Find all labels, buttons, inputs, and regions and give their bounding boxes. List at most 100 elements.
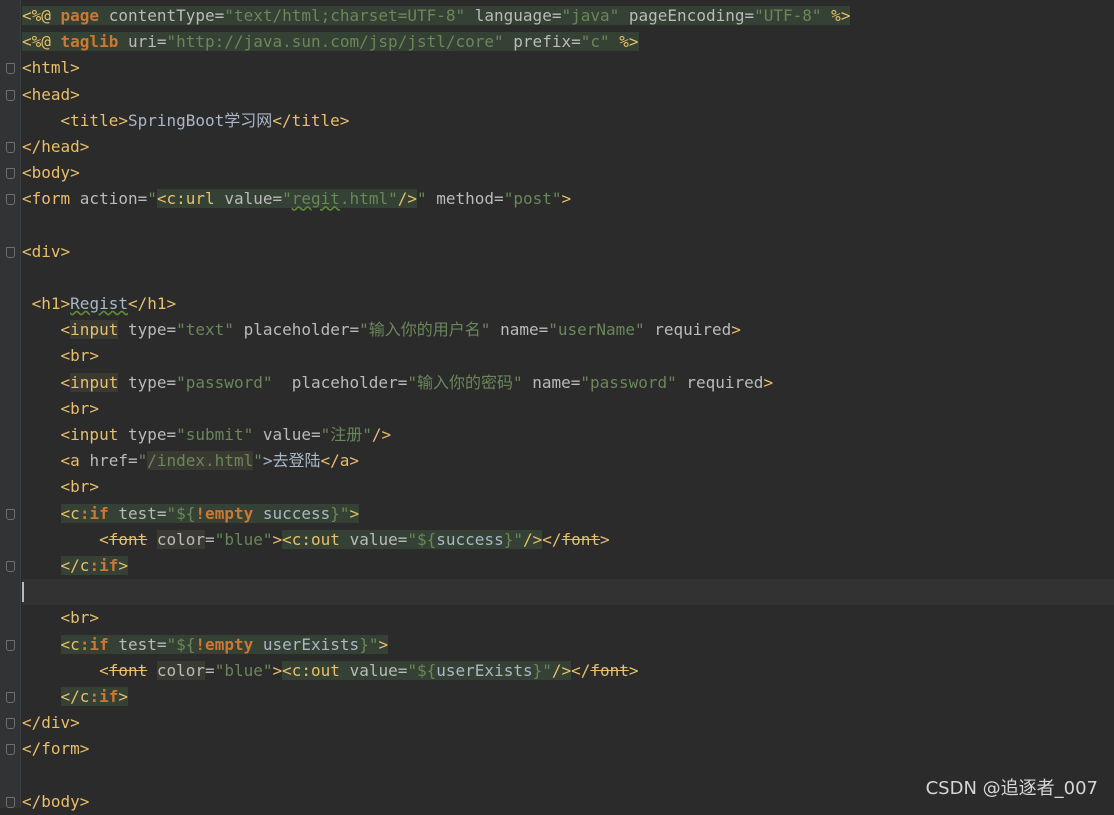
token: " [147,189,157,209]
code-line-7[interactable]: <body> [6,160,1114,186]
token: }" [503,529,523,549]
token: prefix= [503,32,581,52]
code-line-17[interactable]: <input type="submit" value="注册"/> [22,422,1114,448]
fold-marker-icon[interactable] [6,560,15,572]
token: > [272,660,283,680]
token: uri= [118,32,167,52]
token: = [205,660,215,680]
token: :if [79,503,109,523]
token: c [79,555,90,575]
code-area[interactable]: <%@ page contentType="text/html;charset=… [6,3,1114,815]
fold-marker-icon[interactable] [6,508,15,520]
fold-marker-icon[interactable] [6,168,15,180]
fold-marker-icon[interactable] [6,194,15,206]
token: </ [571,660,591,680]
token: action= [79,189,148,209]
code-line-12[interactable]: <h1>Regist</h1> [22,291,1114,317]
token: taglib [60,32,119,52]
token: page [60,6,100,25]
token: "password" [176,372,273,392]
code-line-1[interactable]: <%@ page contentType="text/html;charset=… [22,3,1114,29]
token: <form [22,189,80,209]
token: <c:out [282,660,350,680]
code-line-24[interactable]: <br> [22,605,1114,631]
code-line-28[interactable]: </div> [6,710,1114,736]
code-line-4[interactable]: <head> [6,82,1114,108]
token: type= [127,425,177,444]
code-line-3[interactable]: <html> [6,55,1114,81]
token: <c:out [282,529,350,549]
token: userExists [436,660,533,680]
fold-marker-icon[interactable] [6,744,15,756]
code-line-21[interactable]: <font color="blue"><c:out value="${succe… [22,527,1114,553]
code-line-19[interactable]: <br> [22,474,1114,500]
code-line-13[interactable]: <input type="text" placeholder="输入你的用户名"… [22,317,1114,343]
token: = [205,529,215,549]
token: %> [609,32,639,52]
token: < [60,372,71,392]
token: > [349,503,360,523]
token: font [590,660,629,680]
code-line-10[interactable]: <div> [6,239,1114,265]
fold-marker-icon[interactable] [6,63,15,75]
token: </form> [22,739,90,759]
code-line-11[interactable] [22,265,1114,291]
token: <%@ [22,32,61,52]
token: " [416,189,437,209]
token: }" [330,503,350,523]
fold-marker-icon[interactable] [6,639,15,651]
token: " [137,451,148,471]
token: <title> [60,110,128,130]
token: placeholder= [272,372,408,392]
token: !empty [195,634,254,654]
code-line-22[interactable]: </c:if> [6,553,1114,579]
code-line-16[interactable]: <br> [22,396,1114,422]
code-line-20[interactable]: <c:if test="${!empty success}"> [6,501,1114,527]
code-line-27[interactable]: </c:if> [6,684,1114,710]
token: value= [224,189,283,209]
token: <br> [60,398,100,418]
token: > [731,320,741,340]
code-line-5[interactable]: <title>SpringBoot学习网</title> [22,108,1114,134]
code-line-2[interactable]: <%@ taglib uri="http://java.sun.com/jsp/… [22,29,1114,55]
fold-marker-icon[interactable] [6,89,15,101]
fold-marker-icon[interactable] [6,246,15,258]
token: > [378,634,389,654]
fold-marker-icon[interactable] [6,141,15,153]
code-line-29[interactable]: </form> [6,736,1114,762]
token: href= [89,451,138,471]
fold-marker-icon[interactable] [6,796,15,808]
token: < [60,503,71,523]
code-line-14[interactable]: <br> [22,343,1114,369]
token: pageEncoding= [619,6,755,25]
token: "blue" [214,529,273,549]
code-line-8[interactable]: <form action="<c:url value="regit.html"/… [6,186,1114,212]
token: "submit" [176,425,254,444]
code-line-9[interactable] [22,213,1114,239]
code-line-26[interactable]: <font color="blue"><c:out value="${userE… [22,658,1114,684]
token: required [676,372,764,392]
code-line-15[interactable]: <input type="password" placeholder="输入你的… [22,370,1114,396]
code-editor[interactable]: <%@ page contentType="text/html;charset=… [0,0,1114,811]
token: <head> [22,84,80,104]
token: </ [60,686,80,706]
fold-marker-icon[interactable] [6,718,15,730]
code-line-6[interactable]: </head> [6,134,1114,160]
token: font [108,529,148,549]
token: type= [118,320,177,340]
token: </head> [22,136,90,156]
code-line-23-current[interactable] [22,579,1114,606]
code-line-25[interactable]: <c:if test="${!empty userExists}"> [6,632,1114,658]
code-line-18[interactable]: <a href="/index.html">去登陆</a> [22,448,1114,474]
editor-gutter [0,0,21,808]
token: language= [465,6,562,25]
token: :if [79,634,109,654]
token: > [118,555,128,575]
token: color [156,660,206,680]
fold-marker-icon[interactable] [6,691,15,703]
token: > [763,372,774,392]
